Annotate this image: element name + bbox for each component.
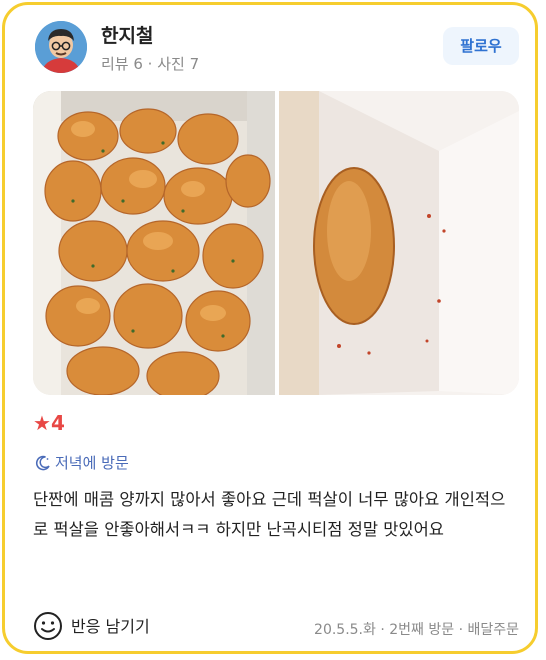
avatar-illustration-icon xyxy=(35,21,87,73)
fried-chicken-photo-icon xyxy=(33,91,275,395)
photo-fried-chicken[interactable] xyxy=(33,91,275,395)
user-name[interactable]: 한지철 xyxy=(101,21,153,48)
rating-value: 4 xyxy=(50,411,65,435)
moon-icon xyxy=(35,455,51,475)
follow-button[interactable]: 팔로우 xyxy=(443,27,519,65)
user-stats: 리뷰 6 · 사진 7 xyxy=(101,55,200,73)
photo-croquette[interactable] xyxy=(279,91,519,395)
croquette-in-box-photo-icon xyxy=(279,91,519,395)
visit-time-label: 저녁에 방문 xyxy=(55,454,129,472)
review-header: 한지철 리뷰 6 · 사진 7 팔로우 xyxy=(35,19,519,79)
photo-gallery xyxy=(33,91,519,395)
react-label: 반응 남기기 xyxy=(71,617,150,636)
star-icon: ★ xyxy=(33,411,51,435)
review-text: 단짠에 매콤 양까지 많아서 좋아요 근데 퍽살이 너무 많아요 개인적으로 퍽… xyxy=(33,490,506,539)
star-rating: ★4 xyxy=(33,411,65,435)
react-button[interactable]: 반응 남기기 xyxy=(33,611,150,641)
smiley-icon xyxy=(34,612,62,640)
user-avatar[interactable] xyxy=(35,21,87,73)
review-footer: 반응 남기기 20.5.5.화 · 2번째 방문 · 배달주문 xyxy=(33,611,519,647)
review-card: 한지철 리뷰 6 · 사진 7 팔로우 ★4 저녁에 방문 단짠에 매콤 양까지… xyxy=(2,2,538,654)
visit-time-tag: 저녁에 방문 xyxy=(35,452,129,475)
review-meta: 20.5.5.화 · 2번째 방문 · 배달주문 xyxy=(314,622,519,638)
